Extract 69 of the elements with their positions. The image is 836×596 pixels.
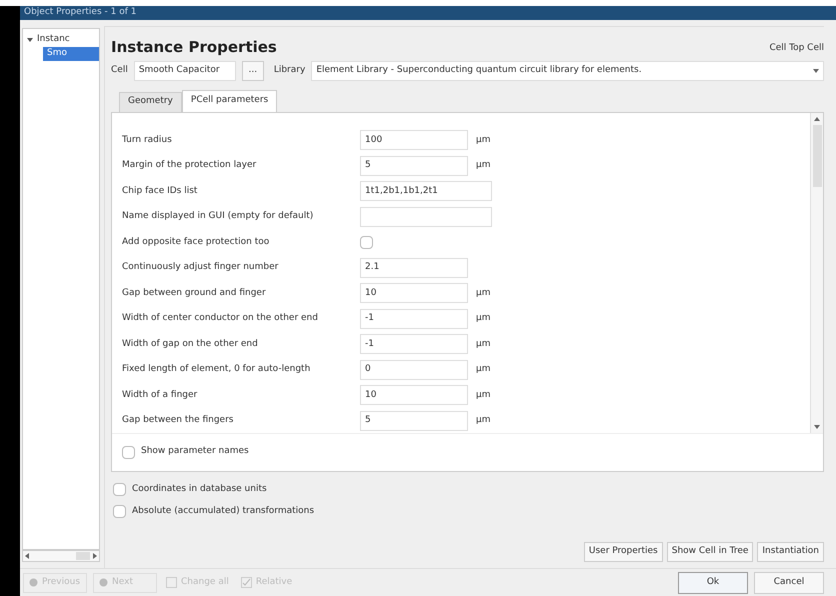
- checkbox[interactable]: [122, 446, 135, 458]
- expand-arrow-icon[interactable]: [27, 37, 33, 43]
- checkbox-label: Coordinates in database units: [132, 482, 267, 496]
- parameter-field[interactable]: 1t1,2b1,1b1,2t1: [360, 181, 492, 202]
- browse-button[interactable]: ...: [242, 60, 264, 80]
- unit-label: µm: [476, 338, 490, 350]
- scroll-handle[interactable]: [76, 552, 90, 560]
- checkbox-label: Show parameter names: [141, 445, 249, 458]
- parameter-field[interactable]: [360, 206, 492, 227]
- unit-label: µm: [476, 388, 490, 402]
- parameter-label: Add opposite face protection too: [122, 236, 270, 248]
- parameter-label: Fixed length of element, 0 for auto-length: [122, 363, 312, 376]
- parameter-label: Width of a finger: [122, 388, 198, 402]
- window-title: Object Properties - 1 of 1: [24, 6, 136, 20]
- parameter-field[interactable]: 5: [360, 410, 468, 431]
- dropdown-arrow-icon[interactable]: [813, 68, 819, 72]
- cell-field[interactable]: Smooth Capacitor: [134, 60, 236, 80]
- cell-info: Cell Top Cell: [769, 42, 824, 55]
- down-arrow-icon[interactable]: [814, 424, 820, 428]
- action-button[interactable]: User Properties: [584, 542, 663, 562]
- parameter-label: Continuously adjust finger number: [122, 261, 280, 274]
- parameter-label: Name displayed in GUI (empty for default): [122, 210, 314, 223]
- left-arrow-icon[interactable]: [25, 553, 29, 559]
- library-dropdown[interactable]: Element Library - Superconducting quantum circuit library for elements.: [311, 60, 824, 80]
- cell-label: Cell: [111, 64, 128, 77]
- unit-label: µm: [476, 159, 490, 172]
- parameter-field[interactable]: 10: [360, 385, 468, 406]
- checkbox[interactable]: [360, 236, 373, 249]
- unit-label: µm: [476, 414, 490, 427]
- checkbox-label: Absolute (accumulated) transformations: [132, 505, 314, 518]
- parameter-field[interactable]: 0: [360, 360, 468, 380]
- parameter-field[interactable]: 5: [360, 156, 468, 176]
- parameter-label: Turn radius: [122, 134, 173, 146]
- parameter-label: Width of gap on the other end: [122, 338, 259, 350]
- checked-box-icon: [240, 577, 252, 588]
- dialog-button[interactable]: Cancel: [754, 572, 824, 594]
- parameter-field[interactable]: 100: [360, 130, 468, 150]
- tree-item[interactable]: Smo: [43, 47, 99, 61]
- checkbox-icon: [166, 577, 177, 588]
- parameter-label: Gap between the fingers: [122, 414, 234, 427]
- parameter-field[interactable]: -1: [360, 334, 468, 354]
- parameter-field[interactable]: -1: [360, 308, 468, 329]
- up-arrow-icon[interactable]: [814, 116, 820, 120]
- parameter-label: Gap between ground and finger: [122, 286, 267, 300]
- tree-item[interactable]: Instanc: [23, 33, 99, 47]
- library-label: Library: [274, 64, 306, 77]
- unit-label: µm: [476, 134, 490, 146]
- scroll-handle[interactable]: [812, 124, 822, 186]
- right-arrow-icon[interactable]: [93, 553, 97, 559]
- unit-label: µm: [476, 286, 490, 300]
- circle-icon: [99, 578, 108, 587]
- tab[interactable]: Geometry: [119, 92, 182, 112]
- panel-title: Instance Properties: [111, 37, 277, 58]
- parameter-label: Chip face IDs list: [122, 184, 198, 198]
- parameter-label: Margin of the protection layer: [122, 159, 258, 172]
- horizontal-scrollbar[interactable]: [22, 550, 100, 562]
- unit-label: µm: [476, 312, 490, 325]
- circle-icon: [29, 578, 38, 587]
- checkbox[interactable]: [113, 482, 126, 496]
- checkbox[interactable]: [113, 505, 126, 518]
- parameter-field[interactable]: 2.1: [360, 258, 468, 278]
- action-button[interactable]: Show Cell in Tree: [666, 542, 754, 562]
- parameter-label: Width of center conductor on the other end: [122, 312, 319, 325]
- action-button[interactable]: Instantiation: [757, 542, 824, 562]
- unit-label: µm: [476, 363, 490, 376]
- parameter-field[interactable]: 10: [360, 283, 468, 304]
- vertical-scrollbar[interactable]: [810, 112, 823, 432]
- tab[interactable]: PCell parameters: [182, 90, 278, 112]
- dialog-button[interactable]: Ok: [678, 572, 748, 594]
